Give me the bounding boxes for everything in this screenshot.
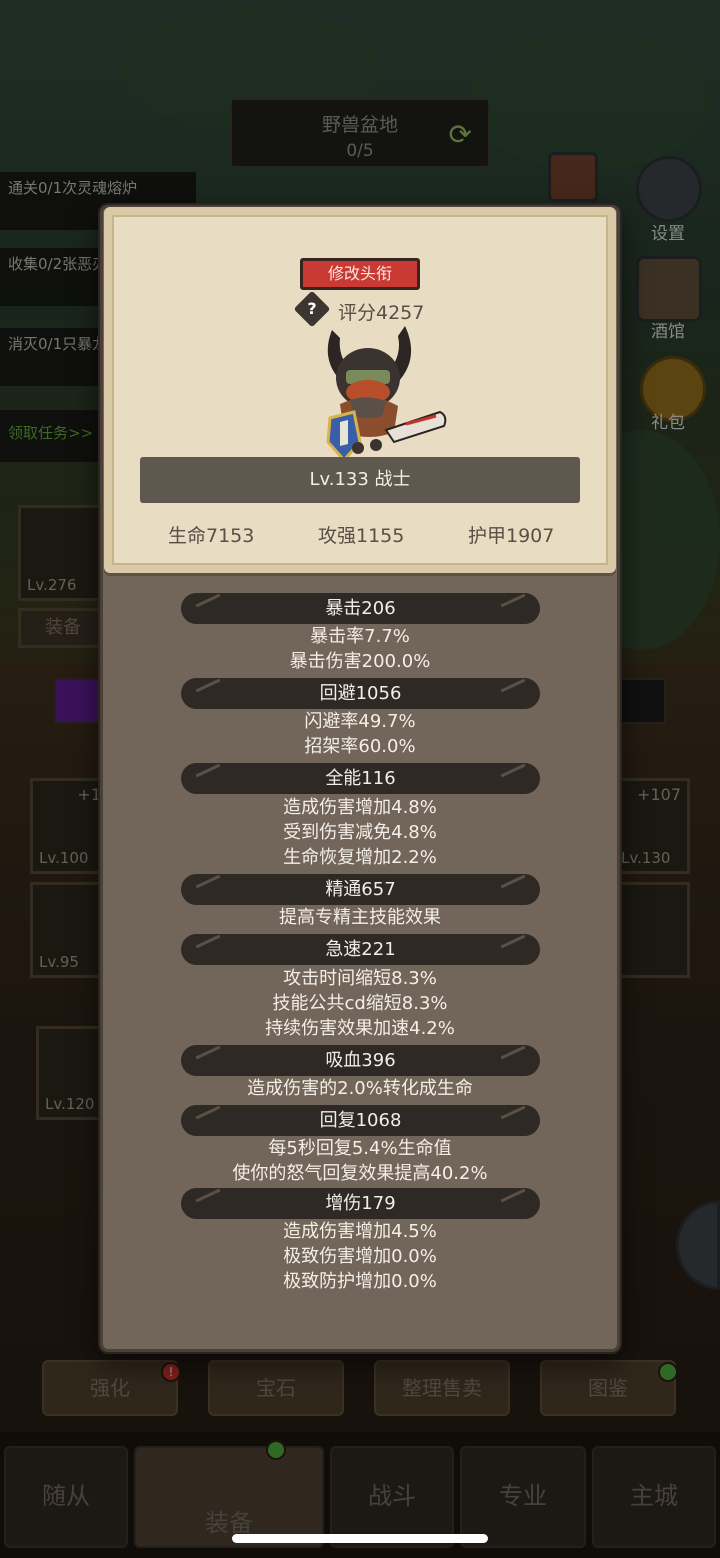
section-mastery: 精通657 <box>181 874 540 905</box>
warrior-avatar <box>326 326 447 463</box>
section-damage-boost: 增伤179 <box>181 1188 540 1219</box>
detail-line: 受到伤害减免4.8% <box>283 822 437 843</box>
section-regen: 回复1068 <box>181 1105 540 1136</box>
detail-line: 造成伤害的2.0%转化成生命 <box>247 1078 473 1099</box>
detail-line: 招架率60.0% <box>304 736 416 757</box>
detail-line: 极致伤害增加0.0% <box>283 1246 437 1267</box>
detail-line: 提高专精主技能效果 <box>279 907 441 928</box>
detail-line: 使你的怒气回复效果提高40.2% <box>232 1163 488 1184</box>
detail-line: 攻击时间缩短8.3% <box>283 968 437 989</box>
detail-line: 造成伤害增加4.8% <box>283 797 437 818</box>
detail-line: 暴击伤害200.0% <box>289 651 431 672</box>
stat-attack: 攻强1155 <box>318 525 405 547</box>
section-lifesteal: 吸血396 <box>181 1045 540 1076</box>
section-haste: 急速221 <box>181 934 540 965</box>
section-evasion: 回避1056 <box>181 678 540 709</box>
stat-armor: 护甲1907 <box>468 525 555 547</box>
detail-line: 生命恢复增加2.2% <box>283 847 437 868</box>
detail-line: 暴击率7.7% <box>310 626 410 647</box>
help-symbol: ? <box>307 299 317 318</box>
section-crit: 暴击206 <box>181 593 540 624</box>
stat-hp: 生命7153 <box>168 525 255 547</box>
detail-line: 技能公共cd缩短8.3% <box>272 993 448 1014</box>
detail-line: 持续伤害效果加速4.2% <box>265 1018 455 1039</box>
detail-line: 造成伤害增加4.5% <box>283 1221 437 1242</box>
home-indicator[interactable] <box>232 1534 488 1543</box>
detail-line: 每5秒回复5.4%生命值 <box>268 1138 452 1159</box>
change-title-button[interactable]: 修改头衔 <box>300 258 420 290</box>
section-versatility: 全能116 <box>181 763 540 794</box>
detail-line: 闪避率49.7% <box>304 711 416 732</box>
detail-line: 极致防护增加0.0% <box>283 1271 437 1292</box>
level-class-banner: Lv.133 战士 <box>140 457 580 503</box>
